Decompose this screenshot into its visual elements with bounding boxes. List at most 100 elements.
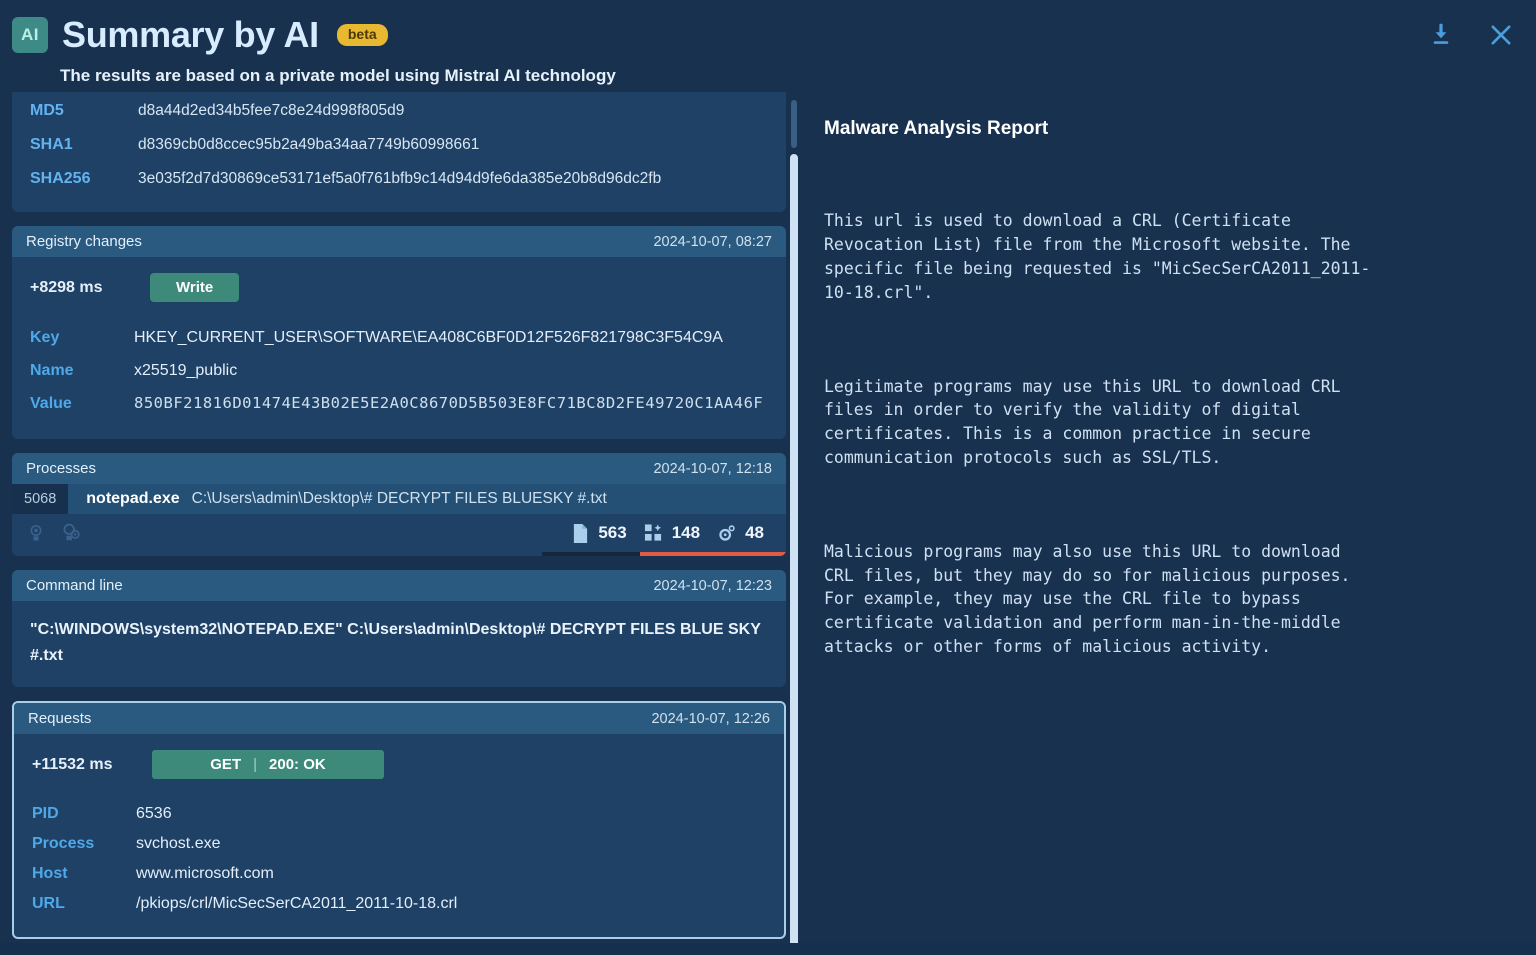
registry-offset: +8298 ms — [30, 278, 103, 296]
processes-card-title: Processes — [26, 460, 97, 477]
modal-header: AI Summary by AI beta The results are ba… — [0, 0, 1536, 92]
registry-card-body: +8298 ms Write Key HKEY_CURRENT_USER\SOF… — [12, 257, 786, 439]
request-url-value: /pkiops/crl/MicSecSerCA2011_2011-10-18.c… — [136, 895, 458, 912]
file-count: 563 — [598, 523, 627, 542]
hash-row: MD5 d8a44d2ed34b5fee7c8e24d998f805d9 — [30, 96, 768, 126]
events-scroll-content: MD5 d8a44d2ed34b5fee7c8e24d998f805d9 SHA… — [12, 92, 786, 939]
request-method: GET — [210, 756, 242, 773]
registry-card-title: Registry changes — [26, 233, 142, 250]
request-host-value: www.microsoft.com — [136, 865, 274, 882]
command-line-card-title: Command line — [26, 577, 123, 594]
registry-card-timestamp: 2024-10-07, 08:27 — [653, 233, 772, 250]
process-name: notepad.exe — [86, 490, 180, 507]
activity-segment-dark — [542, 552, 640, 556]
request-status: 200: OK — [269, 756, 326, 773]
request-url-label: URL — [32, 895, 65, 912]
requests-card-header: Requests 2024-10-07, 12:26 — [14, 703, 784, 734]
title-row: AI Summary by AI beta — [0, 12, 1536, 58]
modules-count: 148 — [671, 523, 701, 542]
processes-card-timestamp: 2024-10-07, 12:18 — [653, 460, 772, 477]
report-title: Malware Analysis Report — [824, 118, 1049, 139]
hash-row: SHA256 3e035f2d7d30869ce53171ef5a0f761bf… — [30, 164, 768, 194]
scrollbar-thumb[interactable] — [790, 154, 798, 949]
events-scrollbar[interactable] — [790, 92, 798, 955]
medal-gear-icon[interactable] — [60, 522, 82, 544]
requests-card-body: +11532 ms GET | 200: OK PID 6536 Process… — [14, 734, 784, 937]
header-subtitle: The results are based on a private model… — [60, 66, 616, 85]
requests-card[interactable]: Requests 2024-10-07, 12:26 +11532 ms GET… — [12, 701, 786, 939]
activity-segment-red — [639, 552, 786, 556]
report-paragraph: This url is used to download a CRL (Cert… — [824, 211, 1371, 302]
modules-icon — [644, 524, 661, 541]
close-button[interactable] — [1484, 18, 1518, 52]
process-stats-row: 563 148 48 — [12, 514, 786, 544]
command-line-card-timestamp: 2024-10-07, 12:23 — [653, 577, 772, 594]
process-pid: 5068 — [12, 484, 69, 514]
download-button[interactable] — [1424, 18, 1458, 52]
hash-value: d8369cb0d8ccec95b2a49ba34aa7749b60998661 — [138, 136, 480, 153]
request-process-value: svchost.exe — [136, 835, 221, 852]
process-command-path: C:\Users\admin\Desktop\# DECRYPT FILES B… — [191, 490, 607, 507]
bottom-strip — [0, 943, 1536, 955]
request-host-label: Host — [32, 865, 68, 882]
requests-card-timestamp: 2024-10-07, 12:26 — [651, 710, 770, 727]
activity-segment-empty — [12, 552, 543, 556]
request-process-label: Process — [32, 835, 95, 852]
processes-card[interactable]: Processes 2024-10-07, 12:18 5068 notepad… — [12, 453, 786, 556]
registry-count: 48 — [745, 523, 764, 542]
registry-changes-card[interactable]: Registry changes 2024-10-07, 08:27 +8298… — [12, 226, 786, 439]
request-row: URL /pkiops/crl/MicSecSerCA2011_2011-10-… — [32, 889, 766, 919]
request-pid-value: 6536 — [136, 805, 172, 822]
download-icon — [1433, 23, 1449, 44]
registry-name-value: x25519_public — [134, 362, 238, 379]
registry-operation-badge: Write — [150, 273, 240, 302]
request-method-row: +11532 ms GET | 200: OK — [32, 750, 766, 779]
command-line-card-body: "C:\WINDOWS\system32\NOTEPAD.EXE" C:\Use… — [12, 601, 786, 687]
registry-value-value: 850BF21816D01474E43B02E5E2A0C8670D5B503E… — [134, 394, 764, 412]
hash-value: 3e035f2d7d30869ce53171ef5a0f761bfb9c14d9… — [138, 170, 662, 187]
process-counters: 563 148 48 — [572, 523, 772, 544]
registry-value-label: Value — [30, 395, 72, 412]
hash-row: SHA1 d8369cb0d8ccec95b2a49ba34aa7749b609… — [30, 130, 768, 160]
process-badges — [26, 522, 82, 544]
request-row: PID 6536 — [32, 799, 766, 829]
file-icon — [574, 523, 588, 543]
request-status-badge: GET | 200: OK — [152, 750, 384, 779]
command-line-value: "C:\WINDOWS\system32\NOTEPAD.EXE" C:\Use… — [30, 621, 761, 664]
registry-key-value: HKEY_CURRENT_USER\SOFTWARE\EA408C6BF0D12… — [134, 329, 723, 346]
close-icon — [1491, 25, 1511, 45]
header-actions — [1424, 18, 1518, 52]
hash-label: SHA256 — [30, 170, 91, 187]
processes-card-header: Processes 2024-10-07, 12:18 — [12, 453, 786, 484]
hash-label: MD5 — [30, 102, 64, 119]
request-row: Host www.microsoft.com — [32, 859, 766, 889]
summary-by-ai-modal: AI Summary by AI beta The results are ba… — [0, 0, 1536, 955]
hashes-card: MD5 d8a44d2ed34b5fee7c8e24d998f805d9 SHA… — [12, 92, 786, 212]
registry-key-label: Key — [30, 329, 60, 346]
process-row[interactable]: 5068 notepad.exe C:\Users\admin\Desktop\… — [12, 484, 786, 514]
report-paragraph: Legitimate programs may use this URL to … — [824, 376, 1341, 467]
request-pid-label: PID — [32, 805, 59, 822]
requests-card-title: Requests — [28, 710, 92, 727]
report-body: This url is used to download a CRL (Cert… — [824, 162, 1502, 729]
command-line-card[interactable]: Command line 2024-10-07, 12:23 "C:\WINDO… — [12, 570, 786, 687]
page-title: Summary by AI — [62, 14, 319, 55]
modal-body: MD5 d8a44d2ed34b5fee7c8e24d998f805d9 SHA… — [0, 92, 1536, 955]
registry-row: Value 850BF21816D01474E43B02E5E2A0C8670D… — [30, 388, 768, 419]
gear-icon — [719, 524, 735, 541]
beta-badge: beta — [336, 24, 388, 46]
hash-label: SHA1 — [30, 136, 73, 153]
hash-value: d8a44d2ed34b5fee7c8e24d998f805d9 — [138, 102, 405, 119]
process-activity-bar — [12, 552, 786, 556]
registry-card-header: Registry changes 2024-10-07, 08:27 — [12, 226, 786, 257]
events-panel: MD5 d8a44d2ed34b5fee7c8e24d998f805d9 SHA… — [0, 92, 800, 955]
medal-icon[interactable] — [26, 522, 46, 544]
report-panel: Malware Analysis Report This url is used… — [800, 92, 1536, 955]
ai-logo-icon: AI — [12, 17, 48, 53]
scrollbar-track-top — [791, 100, 797, 148]
request-row: Process svchost.exe — [32, 829, 766, 859]
command-line-card-header: Command line 2024-10-07, 12:23 — [12, 570, 786, 601]
report-paragraph: Malicious programs may also use this URL… — [824, 541, 1351, 656]
registry-row: Name x25519_public — [30, 355, 768, 386]
request-offset: +11532 ms — [32, 755, 113, 773]
